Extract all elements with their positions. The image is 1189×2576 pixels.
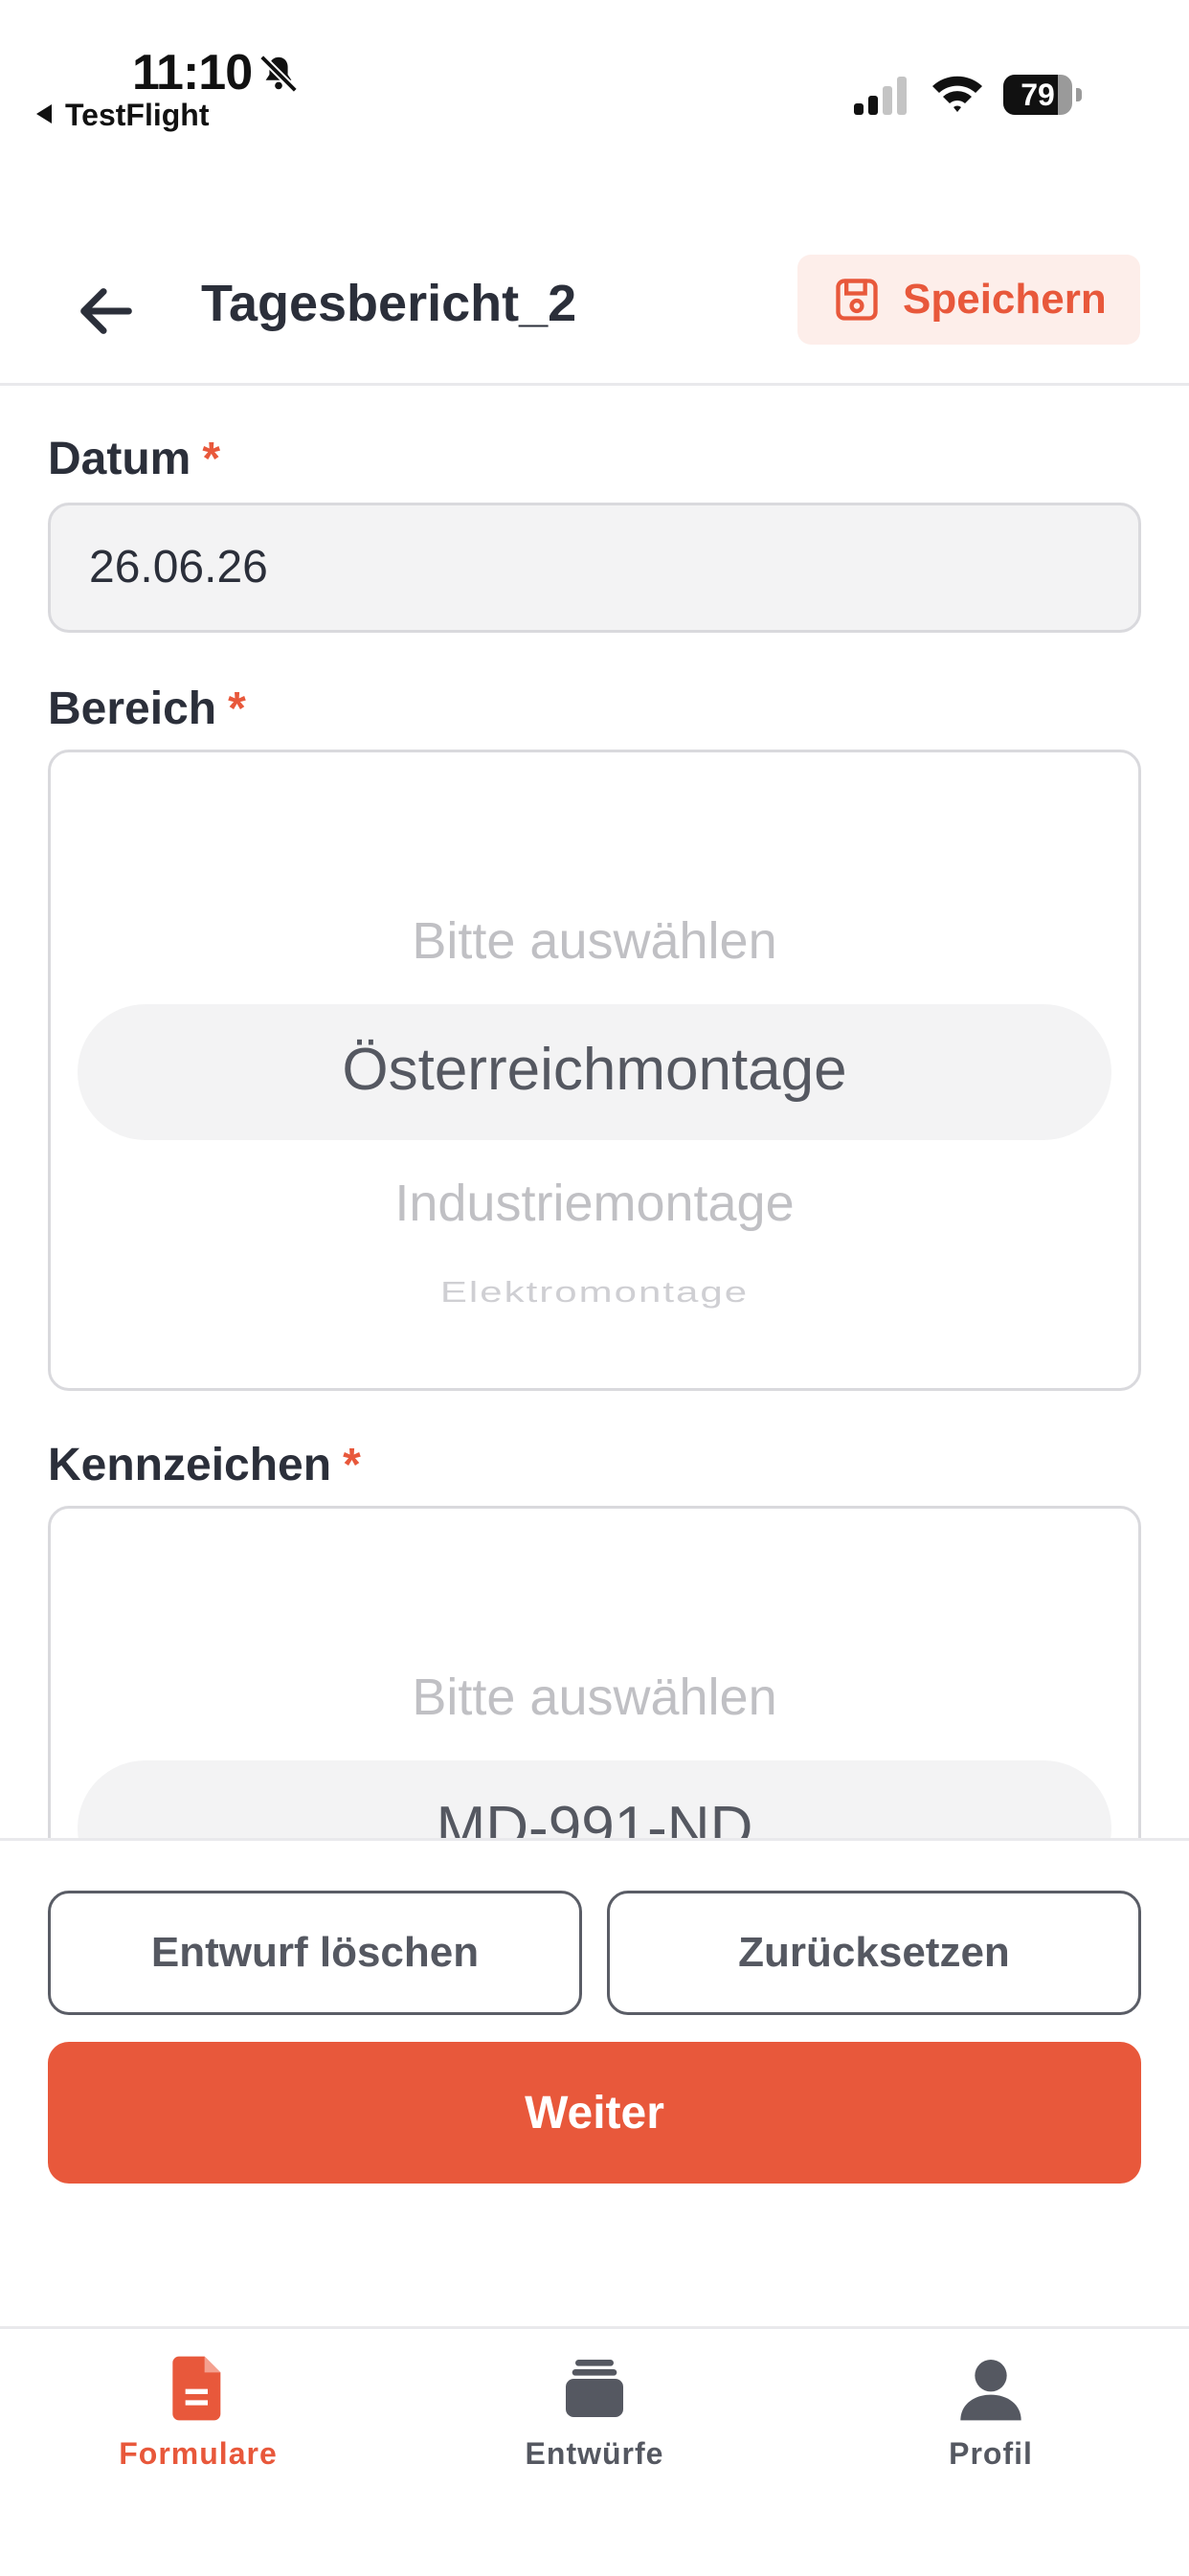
cellular-signal-icon — [854, 77, 907, 115]
back-arrow-icon[interactable] — [73, 278, 140, 345]
tab-label: Profil — [949, 2436, 1033, 2471]
tab-bar: Formulare Entwürfe Profil — [0, 2326, 1189, 2576]
document-icon — [172, 2356, 221, 2421]
wifi-icon — [932, 76, 982, 112]
picker-option[interactable]: Bitte auswählen — [51, 1668, 1138, 1727]
status-bar: 11:10 TestFlight 79 — [0, 0, 1189, 144]
reset-button[interactable]: Zurücksetzen — [607, 1891, 1141, 2015]
tab-entwuerfe[interactable]: Entwürfe — [451, 2350, 738, 2472]
tab-label: Formulare — [119, 2436, 278, 2471]
picker-option[interactable]: Elektromontage — [51, 1276, 1138, 1310]
drafts-stack-icon — [566, 2360, 623, 2417]
picker-option-selected[interactable]: Österreichmontage — [51, 1036, 1138, 1104]
bell-muted-icon — [259, 55, 298, 93]
page-title: Tagesbericht_2 — [201, 275, 577, 332]
required-asterisk: * — [228, 683, 246, 734]
tab-profil[interactable]: Profil — [847, 2350, 1134, 2472]
battery-level: 79 — [1021, 78, 1055, 112]
back-triangle-icon — [36, 104, 52, 123]
person-icon — [960, 2360, 1021, 2421]
back-to-app-link[interactable]: TestFlight — [36, 98, 210, 133]
form-actions: Entwurf löschen Zurücksetzen Weiter — [0, 1838, 1189, 2329]
back-app-label: TestFlight — [65, 98, 210, 132]
date-field[interactable]: 26.06.26 — [48, 503, 1141, 633]
next-button[interactable]: Weiter — [48, 2042, 1141, 2184]
floppy-disk-icon — [836, 279, 878, 321]
picker-option[interactable]: Bitte auswählen — [51, 911, 1138, 971]
tab-label: Entwürfe — [525, 2436, 664, 2471]
kennzeichen-label: Kennzeichen * — [48, 1440, 361, 1490]
save-button[interactable]: Speichern — [797, 255, 1140, 345]
required-asterisk: * — [343, 1440, 361, 1490]
picker-option[interactable]: Industriemontage — [51, 1174, 1138, 1233]
required-asterisk: * — [202, 434, 221, 484]
battery-indicator: 79 — [1003, 75, 1082, 117]
bereich-label: Bereich * — [48, 683, 246, 734]
tab-formulare[interactable]: Formulare — [55, 2350, 342, 2472]
datum-label: Datum * — [48, 434, 221, 484]
status-time: 11:10 — [132, 45, 253, 101]
delete-draft-button[interactable]: Entwurf löschen — [48, 1891, 582, 2015]
app-header: Tagesbericht_2 Speichern — [0, 239, 1189, 386]
bereich-picker[interactable]: Bitte auswählen Österreichmontage Indust… — [48, 750, 1141, 1391]
save-button-label: Speichern — [903, 276, 1107, 323]
